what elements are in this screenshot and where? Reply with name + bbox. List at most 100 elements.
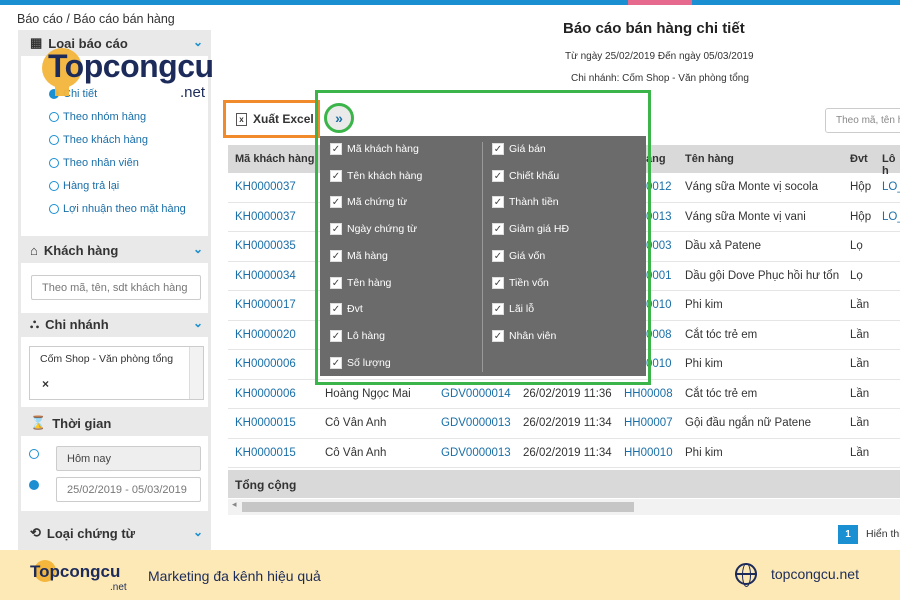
cell-lot[interactable]: LO_ <box>882 181 900 193</box>
report-type-icon: ▦ <box>30 35 43 50</box>
col-item-name[interactable]: Tên hàng <box>685 153 734 165</box>
cell-item-name: Dầu gội Dove Phục hồi hư tổn <box>685 269 840 282</box>
cell-customer-code[interactable]: KH0000017 <box>235 299 296 311</box>
cell-item-name: Gội đầu ngắn nữ Patene <box>685 417 811 429</box>
cell-doc-code[interactable]: GDV0000014 <box>441 388 511 400</box>
column-checkbox[interactable]: ✓ Lãi lỗ <box>492 303 534 316</box>
column-checkbox[interactable]: ✓ Chiết khấu <box>492 169 559 182</box>
export-excel-button[interactable]: x Xuất Excel <box>223 100 320 138</box>
column-toggle-button[interactable]: » <box>324 103 354 133</box>
column-checkbox[interactable]: ✓ Đvt <box>330 303 363 316</box>
footer-site-link[interactable]: topcongcu.net <box>771 566 859 582</box>
scrollbar-thumb[interactable] <box>242 502 634 512</box>
column-checkbox[interactable]: ✓ Mã chứng từ <box>330 196 407 209</box>
checkbox-checked-icon: ✓ <box>330 329 342 342</box>
hourglass-icon: ⌛ <box>30 415 47 430</box>
report-type-option[interactable]: Theo nhóm hàng <box>21 105 208 128</box>
cell-doc-code[interactable]: GDV0000013 <box>441 417 511 429</box>
cell-lot[interactable]: LO_ <box>882 211 900 223</box>
table-row[interactable]: KH0000006 Hoàng Ngọc Mai GDV0000014 26/0… <box>228 380 900 409</box>
report-type-option[interactable]: Theo khách hàng <box>21 128 208 151</box>
checkbox-checked-icon: ✓ <box>330 223 342 236</box>
table-row[interactable]: KH0000015 Cô Vân Anh GDV0000013 26/02/20… <box>228 439 900 468</box>
branch-remove-icon[interactable]: × <box>42 377 49 391</box>
report-type-option[interactable]: Lợi nhuận theo mặt hàng <box>21 197 208 220</box>
checkbox-checked-icon: ✓ <box>492 303 504 316</box>
col-unit[interactable]: Đvt <box>850 153 868 165</box>
chevron-double-down-icon: » <box>335 110 343 126</box>
col-item-code[interactable]: ang <box>646 153 666 165</box>
report-type-option[interactable]: Theo nhân viên <box>21 151 208 174</box>
time-radio-today[interactable] <box>1 442 43 465</box>
checkbox-checked-icon: ✓ <box>492 143 504 155</box>
column-checkbox[interactable]: ✓ Nhân viên <box>492 329 556 342</box>
chevron-down-icon[interactable]: ⌄ <box>193 316 203 330</box>
breadcrumb: Báo cáo / Báo cáo bán hàng <box>17 12 175 26</box>
column-checkbox[interactable]: ✓ Tên khách hàng <box>330 169 422 182</box>
cell-unit: Lần <box>850 328 870 341</box>
product-search-input[interactable]: Theo mã, tên h <box>825 108 900 133</box>
customer-search-input[interactable]: Theo mã, tên, sdt khách hàng <box>31 275 201 300</box>
cell-customer-code[interactable]: KH0000035 <box>235 240 296 252</box>
cell-item-name: Váng sữa Monte vị vani <box>685 210 806 223</box>
cell-unit: Hộp <box>850 210 872 223</box>
time-range-field[interactable]: 25/02/2019 - 05/03/2019 <box>56 477 201 502</box>
cell-customer-code[interactable]: KH0000034 <box>235 270 296 282</box>
column-checkbox[interactable]: ✓ Ngày chứng từ <box>330 223 417 236</box>
cell-customer-code[interactable]: KH0000006 <box>235 388 296 400</box>
cell-item-code[interactable]: 0001 <box>646 270 672 282</box>
doc-type-header[interactable]: ⟲ Loại chứng từ ⌄ <box>18 520 211 546</box>
cell-customer-code[interactable]: KH0000006 <box>235 358 296 370</box>
cell-item-code[interactable]: 0012 <box>646 181 672 193</box>
cell-item-code[interactable]: 0003 <box>646 240 672 252</box>
column-checkbox[interactable]: ✓ Giảm giá HĐ <box>492 223 569 236</box>
customer-panel: ⌂ Khách hàng ⌄ Theo mã, tên, sdt khách h… <box>18 237 211 313</box>
branch-select[interactable]: Cốm Shop - Văn phòng tổng × <box>29 346 204 400</box>
column-checkbox[interactable]: ✓ Mã hàng <box>330 249 388 262</box>
branch-scrollbar[interactable] <box>189 347 203 399</box>
report-type-option[interactable]: Hàng trả lại <box>21 174 208 197</box>
cell-customer-code[interactable]: KH0000015 <box>235 447 296 459</box>
cell-doc-code[interactable]: GDV0000013 <box>441 447 511 459</box>
cell-doc-date: 26/02/2019 11:34 <box>523 417 612 429</box>
cell-unit: Lần <box>850 358 870 370</box>
time-today-field[interactable]: Hôm nay <box>56 446 201 471</box>
chevron-down-icon[interactable]: ⌄ <box>193 525 203 539</box>
cell-customer-code[interactable]: KH0000020 <box>235 329 296 341</box>
cell-customer-code[interactable]: KH0000037 <box>235 211 296 223</box>
table-horizontal-scrollbar[interactable]: ◂ <box>228 499 900 515</box>
cell-customer-code[interactable]: KH0000015 <box>235 417 296 429</box>
scroll-left-icon[interactable]: ◂ <box>232 499 237 510</box>
column-checkbox[interactable]: ✓ Thành tiền <box>492 196 559 209</box>
chevron-down-icon[interactable]: ⌄ <box>193 242 203 256</box>
cell-customer-code[interactable]: KH0000037 <box>235 181 296 193</box>
branch-body: Cốm Shop - Văn phòng tổng × <box>21 337 208 407</box>
cell-item-code[interactable]: 0008 <box>646 329 672 341</box>
column-checkbox[interactable]: ✓ Số lượng <box>330 356 391 369</box>
checkbox-checked-icon: ✓ <box>330 143 342 155</box>
basket-icon: ⌂ <box>30 242 38 258</box>
branch-header[interactable]: ⛬ Chi nhánh ⌄ <box>18 311 211 337</box>
cell-item-code[interactable]: 0010 <box>646 358 672 370</box>
column-checkbox[interactable]: ✓ Lô hàng <box>330 329 385 342</box>
cell-item-name: Cắt tóc trẻ em <box>685 328 758 341</box>
customer-header[interactable]: ⌂ Khách hàng ⌄ <box>18 237 211 263</box>
radio-icon <box>49 203 59 214</box>
col-customer-code[interactable]: Mã khách hàng <box>235 153 314 165</box>
table-row[interactable]: KH0000015 Cô Vân Anh GDV0000013 26/02/20… <box>228 409 900 439</box>
column-checkbox[interactable]: ✓ Tiền vốn <box>492 276 549 289</box>
page-button-1[interactable]: 1 <box>838 525 858 544</box>
customer-body: Theo mã, tên, sdt khách hàng <box>21 263 208 313</box>
column-checkbox[interactable]: ✓ Giá vốn <box>492 249 545 262</box>
column-checkbox[interactable]: ✓ Giá bán <box>492 143 546 155</box>
cell-item-code[interactable]: 0010 <box>646 299 672 311</box>
cell-item-code[interactable]: HH00007 <box>624 417 673 429</box>
column-checkbox[interactable]: ✓ Tên hàng <box>330 276 391 289</box>
globe-icon <box>735 563 757 587</box>
cell-item-code[interactable]: HH00010 <box>624 447 673 459</box>
time-radio-range[interactable] <box>1 473 43 496</box>
cell-item-code[interactable]: HH00008 <box>624 388 673 400</box>
chevron-down-icon[interactable]: ⌄ <box>193 35 203 49</box>
column-checkbox[interactable]: ✓ Mã khách hàng <box>330 143 419 155</box>
cell-item-code[interactable]: 0013 <box>646 211 672 223</box>
